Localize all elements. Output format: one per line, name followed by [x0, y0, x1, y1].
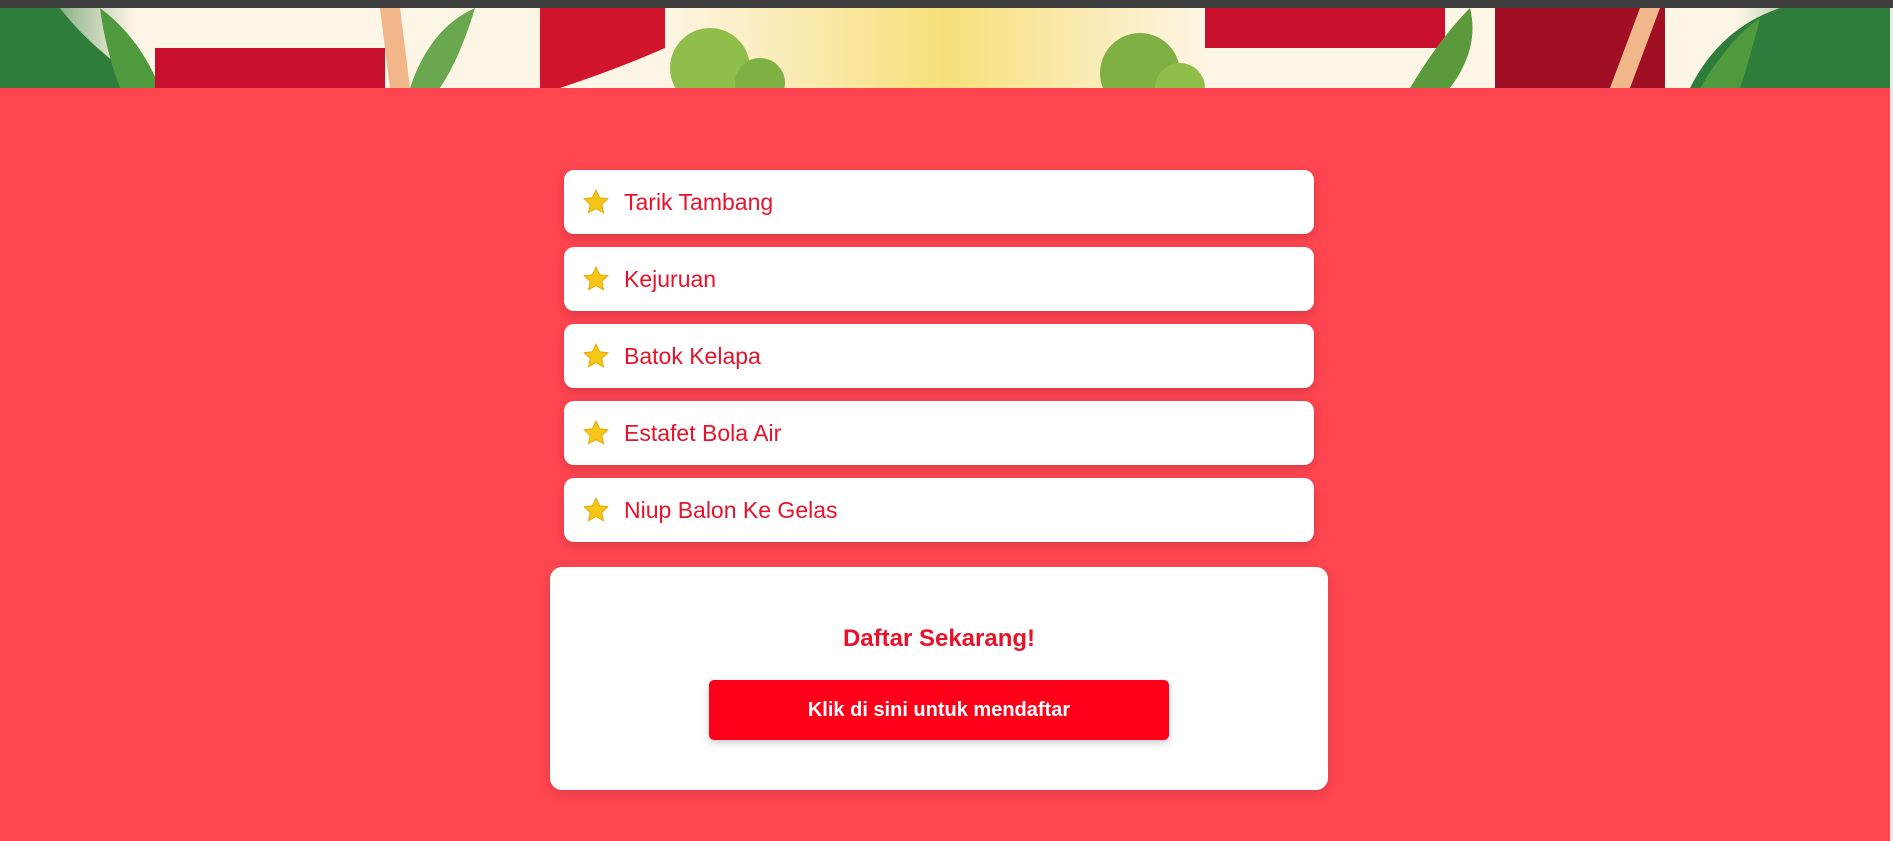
header-banner: [0, 8, 1890, 88]
banner-illustration: [0, 8, 1890, 88]
list-item-label: Kejuruan: [624, 265, 717, 292]
list-item: Batok Kelapa: [564, 324, 1314, 388]
list-item-label: Estafet Bola Air: [624, 419, 782, 446]
list-item: Niup Balon Ke Gelas: [564, 478, 1314, 542]
list-item: Kejuruan: [564, 247, 1314, 311]
star-icon: [583, 420, 609, 445]
star-icon: [583, 343, 609, 368]
register-card: Daftar Sekarang! Klik di sini untuk mend…: [550, 567, 1328, 790]
star-icon: [583, 497, 609, 522]
list-item-label: Tarik Tambang: [624, 188, 774, 215]
competition-list: Tarik Tambang Kejuruan Batok Kelapa Esta…: [564, 170, 1314, 555]
star-icon: [583, 189, 609, 214]
star-icon: [583, 266, 609, 291]
list-item: Tarik Tambang: [564, 170, 1314, 234]
list-item-label: Niup Balon Ke Gelas: [624, 496, 838, 523]
register-title: Daftar Sekarang!: [842, 625, 1036, 652]
register-button[interactable]: Klik di sini untuk mendaftar: [709, 680, 1169, 740]
list-item-label: Batok Kelapa: [624, 342, 761, 369]
list-item: Estafet Bola Air: [564, 401, 1314, 465]
browser-top-strip: [0, 0, 1893, 8]
